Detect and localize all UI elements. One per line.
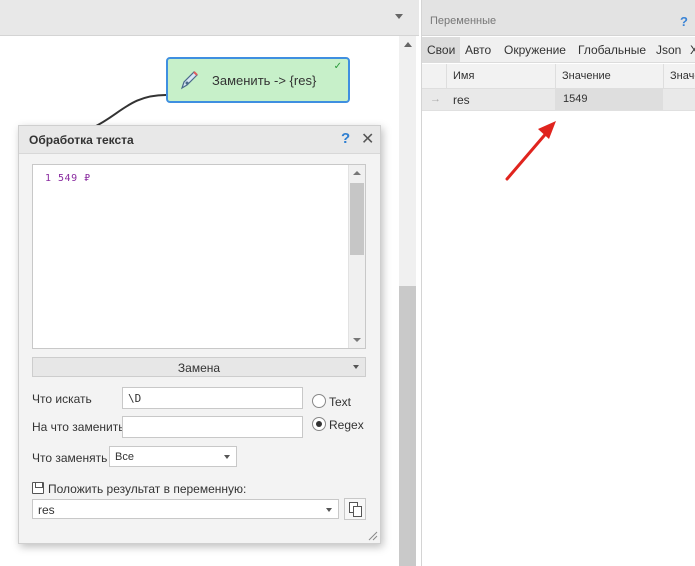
scroll-down-arrow-icon[interactable] [353,338,361,342]
save-result-label: Положить результат в переменную: [48,482,247,496]
replace-with-input[interactable] [122,416,303,438]
text-area-scrollbar[interactable] [348,165,365,348]
radio-regex[interactable] [312,417,326,431]
find-input-value: \D [128,392,142,405]
save-icon [32,482,44,494]
variables-tabs: Свои Авто Окружение Глобальные Json X [422,37,695,63]
replace-with-label: На что заменить [32,420,125,434]
chevron-down-icon [326,508,332,512]
column-name[interactable]: Имя [446,64,555,89]
input-text-area[interactable]: 1 549 ₽ [32,164,366,349]
table-row[interactable]: → res 1549 [422,89,695,111]
text-processing-dialog: Обработка текста ? ✕ 1 549 ₽ Замена Что … [18,125,381,544]
column-value[interactable]: Значение [555,64,663,89]
variable-value-cell[interactable]: 1549 [555,89,663,110]
dialog-header[interactable]: Обработка текста ? ✕ [19,126,380,154]
tab-own[interactable]: Свои [422,37,460,62]
what-replace-dropdown[interactable]: Все [109,446,237,467]
row-arrow-icon: → [430,93,441,105]
tab-environment[interactable]: Окружение [499,37,571,62]
pen-icon [180,71,198,90]
result-variable-dropdown[interactable]: res [32,499,339,519]
find-label: Что искать [32,392,92,406]
tab-auto[interactable]: Авто [460,37,496,62]
canvas-vertical-scrollbar[interactable] [399,36,416,566]
input-text-content: 1 549 ₽ [45,173,91,184]
chevron-down-icon [353,365,359,369]
variables-panel: Переменные ? Свои Авто Окружение Глобаль… [421,0,695,566]
radio-regex-label[interactable]: Regex [329,418,364,432]
what-replace-label: Что заменять [32,451,108,465]
variables-panel-header: Переменные ? [422,0,695,36]
tab-x[interactable]: X [685,37,695,62]
scrollbar-thumb[interactable] [399,286,416,566]
help-icon[interactable]: ? [341,130,350,147]
node-label: Заменить -> {res} [212,73,317,88]
variable-name: res [453,93,470,107]
scrollbar-thumb[interactable] [350,183,364,255]
column-value-2[interactable]: Значе [663,64,695,89]
scroll-up-arrow-icon[interactable] [404,42,412,47]
resize-grip-icon[interactable] [366,529,378,541]
mode-value: Замена [177,361,221,375]
copy-button[interactable] [344,498,366,520]
variables-panel-title: Переменные [430,15,497,27]
tab-json[interactable]: Json [651,37,686,62]
chevron-down-icon [224,455,230,459]
radio-text[interactable] [312,394,326,408]
dialog-title: Обработка текста [29,133,134,147]
check-icon: ✓ [333,61,342,72]
radio-text-label[interactable]: Text [329,395,351,409]
scroll-up-arrow-icon[interactable] [353,171,361,175]
what-replace-value: Все [115,451,134,463]
find-input[interactable]: \D [122,387,303,409]
copy-icon-front [353,506,362,517]
variables-table-header: Имя Значение Значе [422,64,695,89]
replace-action-node[interactable]: Заменить -> {res} ✓ [166,57,350,103]
help-icon[interactable]: ? [680,14,688,29]
result-variable-value: res [38,503,55,517]
tab-global[interactable]: Глобальные [573,37,651,62]
variable-value: 1549 [563,93,588,105]
mode-dropdown[interactable]: Замена [32,357,366,377]
close-icon[interactable]: ✕ [361,129,374,149]
